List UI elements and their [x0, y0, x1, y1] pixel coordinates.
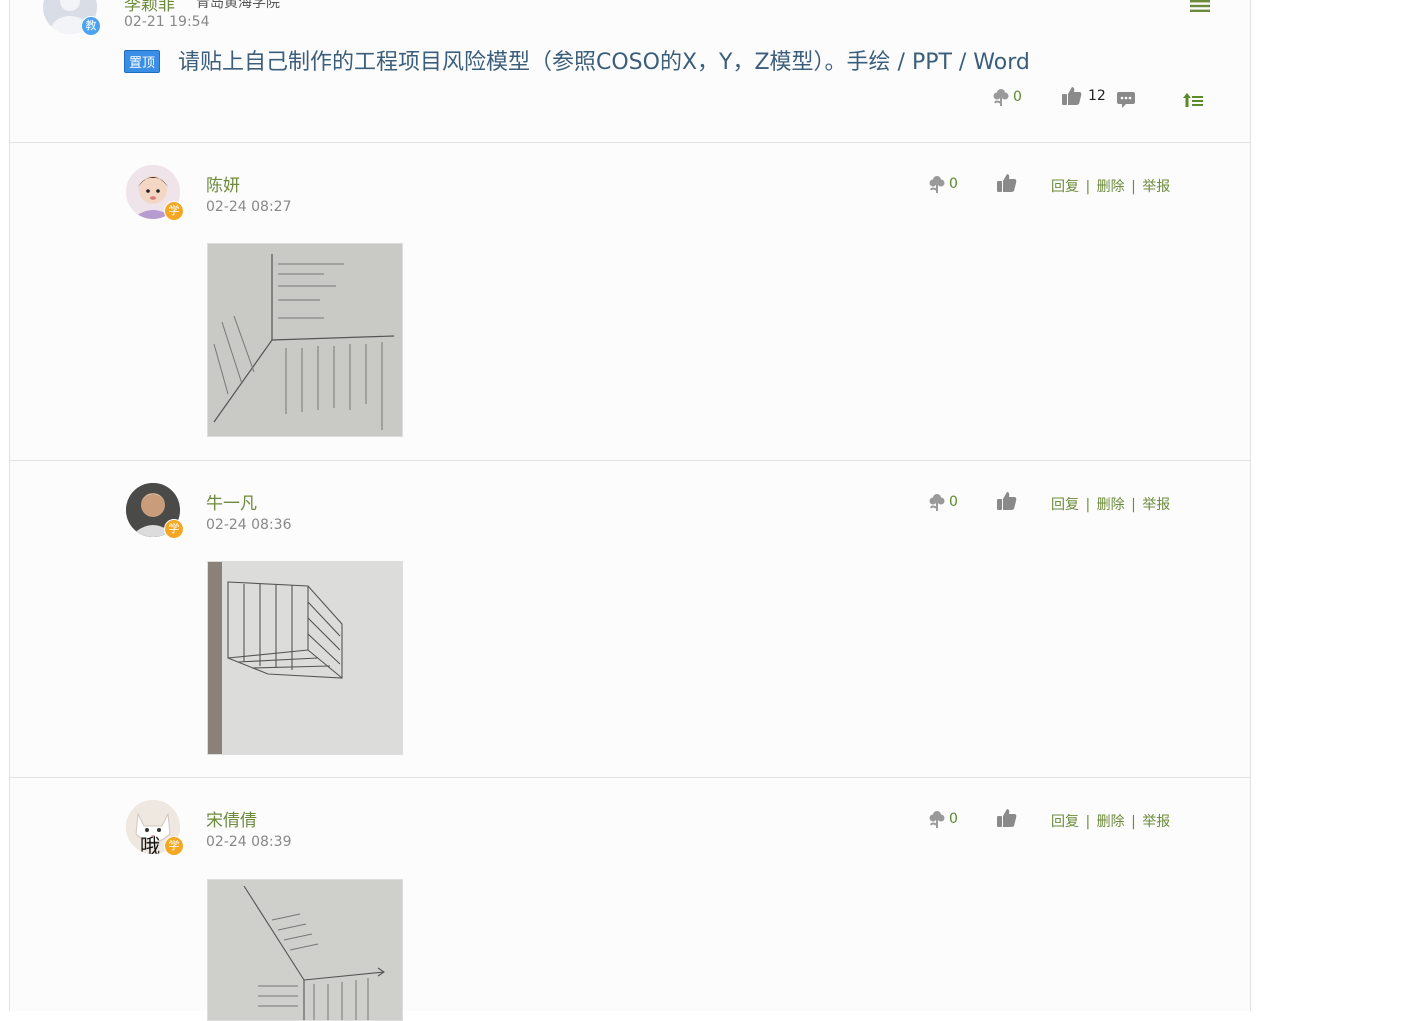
reply-actions: 回复 | 删除 | 举报	[1051, 494, 1170, 514]
reply-item: 哦 学 宋倩倩 02-24 08:39 0 回复 | 删除 | 举报	[10, 778, 1250, 1021]
thumbs-up-icon	[1061, 86, 1083, 106]
reply-link[interactable]: 回复	[1051, 179, 1079, 195]
reply-author-name[interactable]: 牛一凡	[206, 489, 257, 514]
reply-author-name[interactable]: 陈妍	[206, 171, 240, 196]
thumbs-up-icon[interactable]	[996, 491, 1018, 511]
reply-time: 02-24 08:36	[206, 517, 292, 533]
reply-link[interactable]: 回复	[1051, 497, 1079, 513]
action-separator: |	[1085, 179, 1091, 195]
reply-time: 02-24 08:39	[206, 834, 292, 850]
report-link[interactable]: 举报	[1142, 497, 1170, 513]
topic-flower[interactable]: 0	[991, 87, 1022, 107]
reply-item: 学 牛一凡 02-24 08:36 0 回复 | 删除 | 举报	[10, 461, 1250, 778]
flower-count: 0	[949, 494, 958, 510]
action-separator: |	[1131, 179, 1136, 195]
reply-avatar[interactable]: 哦 学	[126, 800, 184, 856]
topic-time: 02-21 19:54	[124, 14, 210, 30]
report-link[interactable]: 举报	[1142, 179, 1170, 195]
avatar-caption: 哦	[140, 834, 160, 854]
attachment-thumbnail[interactable]	[207, 243, 403, 437]
flower-icon	[991, 87, 1011, 107]
like-count: 12	[1088, 88, 1106, 104]
reply-actions: 回复 | 删除 | 举报	[1051, 176, 1170, 196]
student-badge: 学	[164, 836, 184, 856]
hand-drawn-grid-model-image	[208, 562, 402, 754]
flower-icon	[927, 809, 947, 829]
delete-link[interactable]: 删除	[1097, 179, 1125, 195]
action-separator: |	[1085, 497, 1091, 513]
reply-flower[interactable]: 0	[927, 174, 958, 194]
topic-post: 教 李颖菲 青岛黄海学院 02-21 19:54 置顶 请贴上自己制作的工程项目…	[10, 0, 1250, 143]
pinned-badge: 置顶	[124, 50, 161, 73]
reply-actions: 回复 | 删除 | 举报	[1051, 811, 1170, 831]
reply-avatar[interactable]: 学	[126, 165, 184, 221]
flower-icon	[927, 174, 947, 194]
flower-count: 0	[949, 176, 958, 192]
action-separator: |	[1085, 814, 1091, 830]
action-separator: |	[1131, 814, 1136, 830]
thumbs-up-icon[interactable]	[996, 173, 1018, 193]
action-separator: |	[1131, 497, 1136, 513]
menu-lines-icon[interactable]	[1190, 0, 1210, 12]
reply-time: 02-24 08:27	[206, 199, 292, 215]
student-badge: 学	[164, 519, 184, 539]
reply-avatar[interactable]: 学	[126, 483, 184, 539]
topic-author-name[interactable]: 李颖菲	[124, 0, 175, 15]
delete-link[interactable]: 删除	[1097, 814, 1125, 830]
flower-count: 0	[1013, 89, 1022, 105]
topic-author-avatar[interactable]: 教	[43, 0, 101, 36]
student-badge: 学	[164, 201, 184, 221]
topic-like[interactable]: 12	[1061, 86, 1106, 106]
discussion-panel: 教 李颖菲 青岛黄海学院 02-21 19:54 置顶 请贴上自己制作的工程项目…	[9, 0, 1251, 1021]
flower-icon	[927, 492, 947, 512]
delete-link[interactable]: 删除	[1097, 497, 1125, 513]
reply-item: 学 陈妍 02-24 08:27 0 回复 | 删除 | 举报	[10, 143, 1250, 461]
reply-flower[interactable]: 0	[927, 492, 958, 512]
attachment-thumbnail[interactable]	[207, 879, 403, 1021]
reply-link[interactable]: 回复	[1051, 814, 1079, 830]
topic-title[interactable]: 请贴上自己制作的工程项目风险模型（参照COSO的X，Y，Z模型）。手绘 / PP…	[178, 44, 1030, 76]
hand-drawn-axis-sketch-image	[208, 880, 402, 1020]
hand-drawn-3d-axis-image	[208, 244, 402, 436]
attachment-thumbnail[interactable]	[207, 561, 403, 755]
sort-top-icon[interactable]	[1182, 92, 1204, 108]
flower-count: 0	[949, 811, 958, 827]
comment-icon[interactable]	[1116, 91, 1136, 109]
report-link[interactable]: 举报	[1142, 814, 1170, 830]
reply-flower[interactable]: 0	[927, 809, 958, 829]
topic-author-school: 青岛黄海学院	[196, 0, 280, 11]
thumbs-up-icon[interactable]	[996, 808, 1018, 828]
reply-author-name[interactable]: 宋倩倩	[206, 806, 257, 831]
teacher-badge: 教	[81, 16, 101, 36]
